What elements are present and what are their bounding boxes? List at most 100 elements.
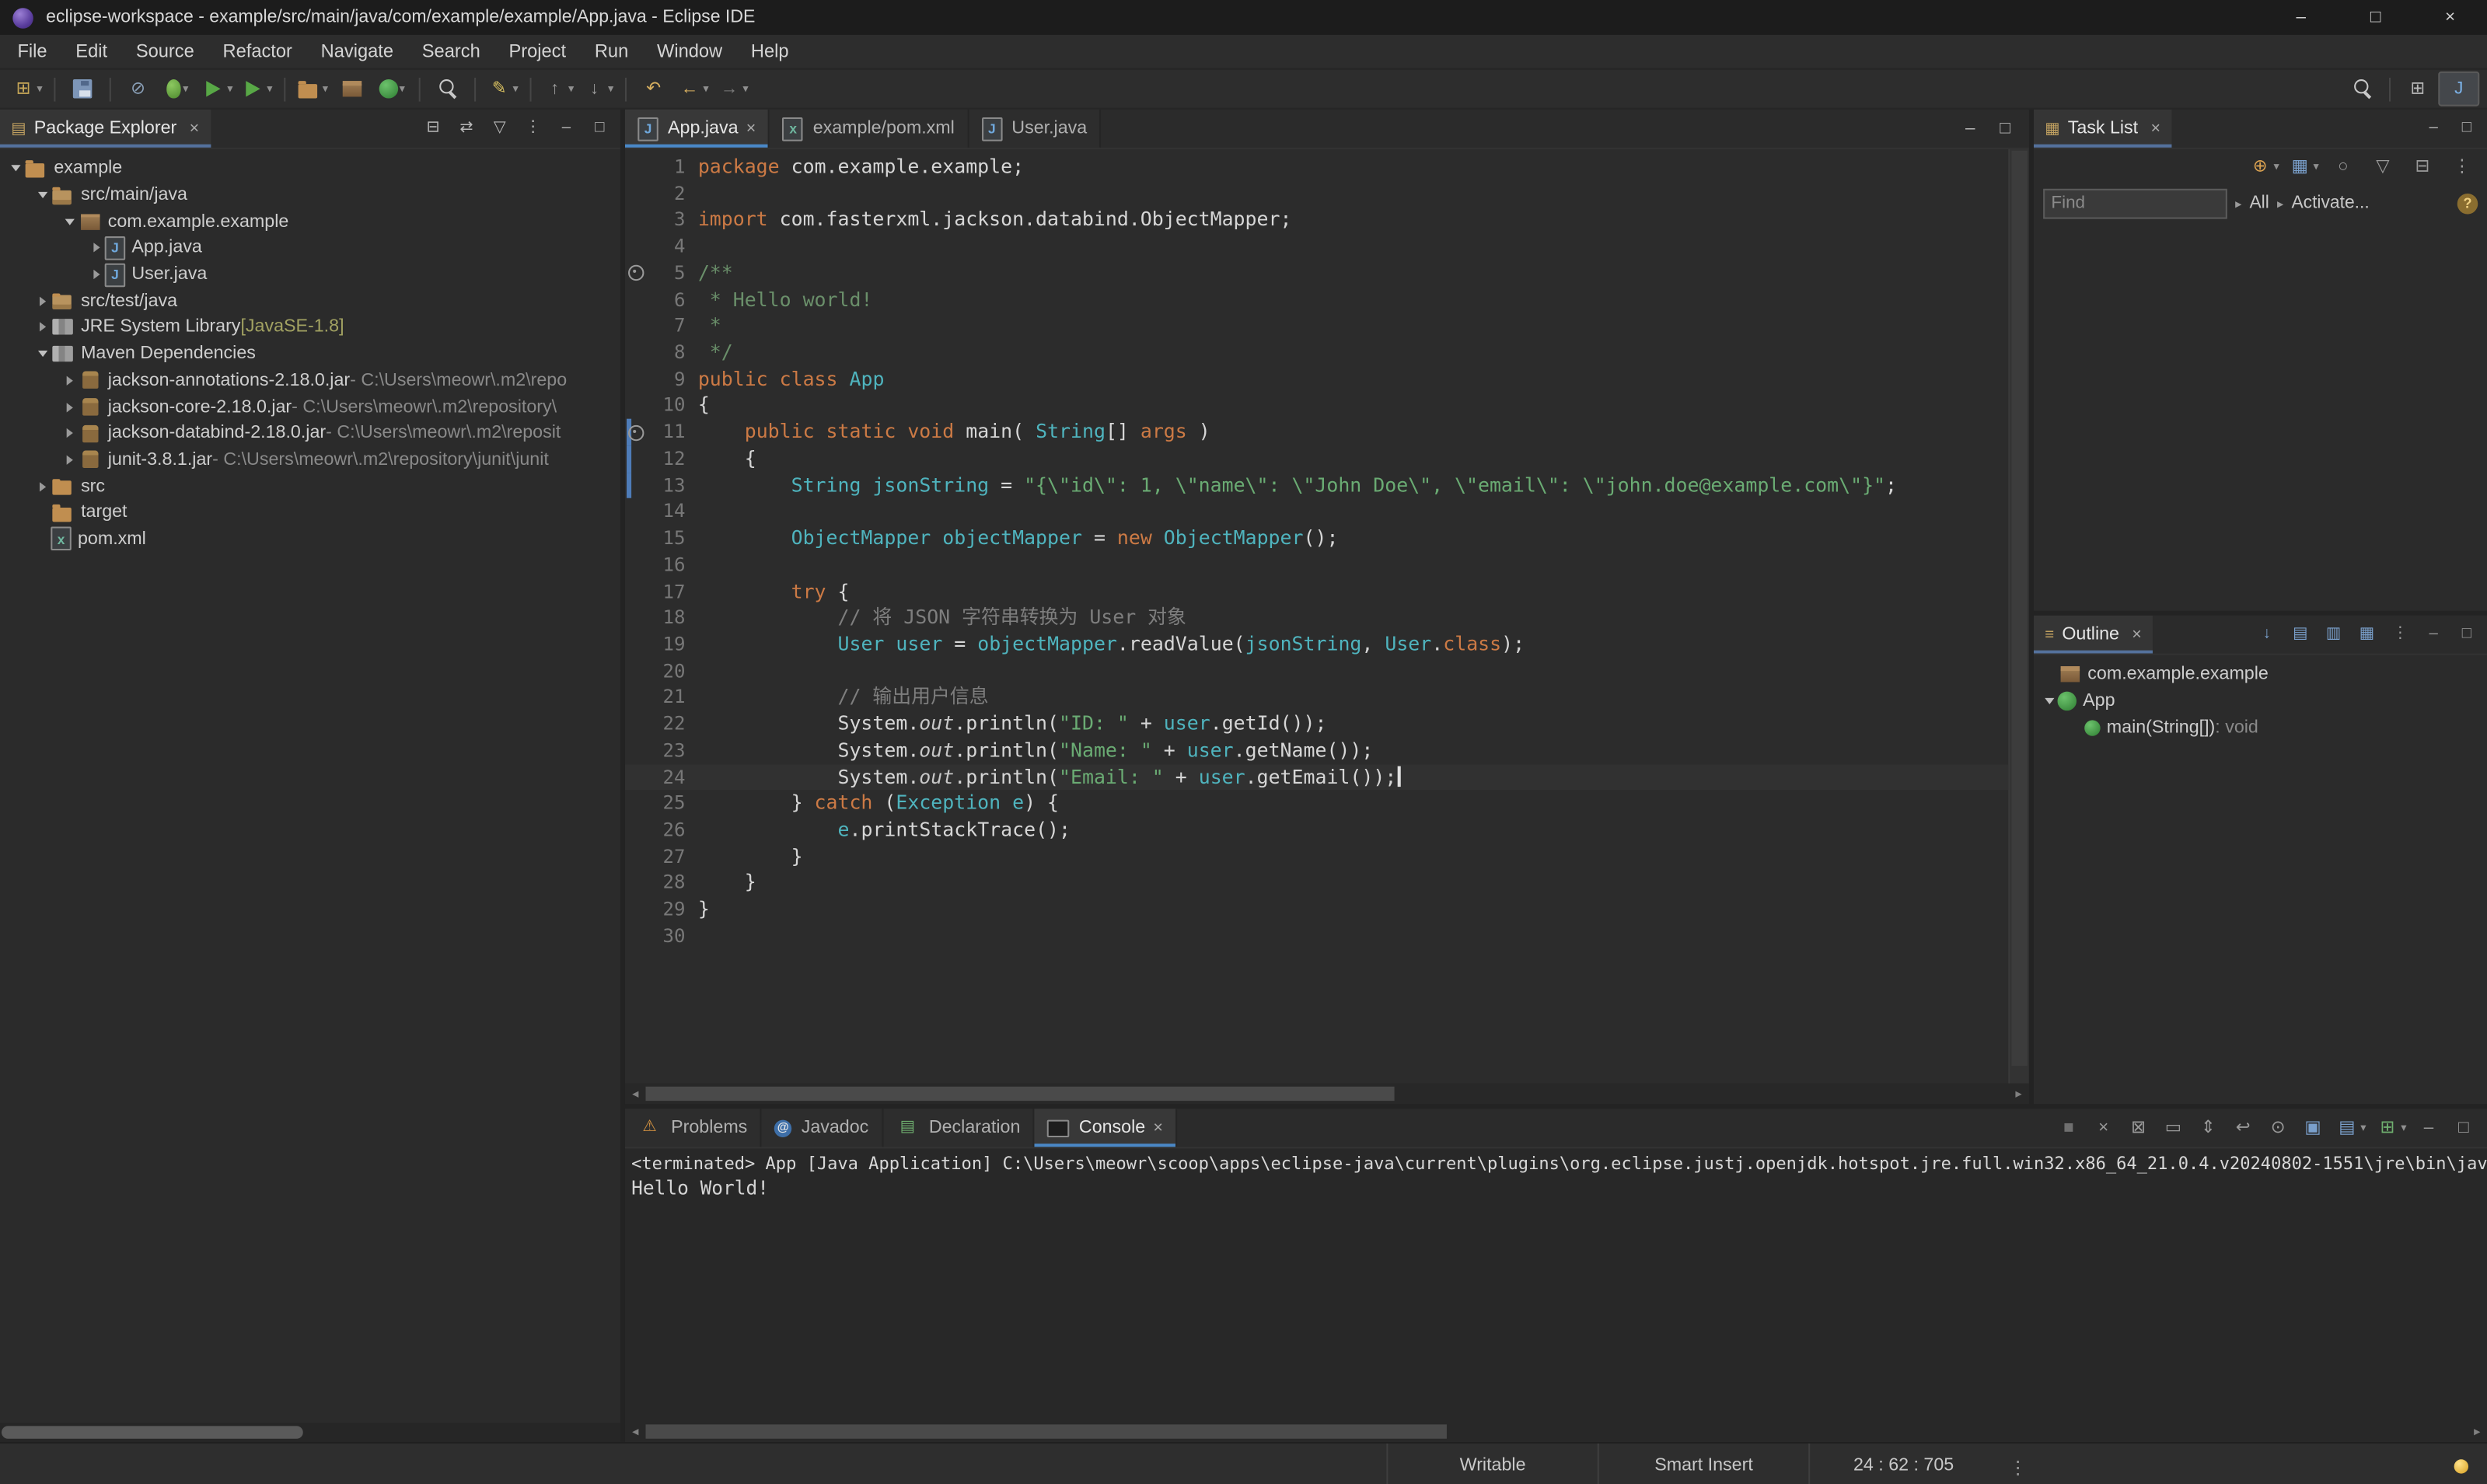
console-tab[interactable]: Console × [1034,1109,1178,1147]
menu-help[interactable]: Help [737,41,803,62]
maximize-button[interactable]: □ [1989,114,2021,143]
collapse-arrow-icon[interactable] [33,341,51,367]
minimize-window-button[interactable]: – [2264,0,2339,35]
maximize-button[interactable]: □ [2451,114,2483,143]
dropdown-arrow-icon[interactable]: ▾ [608,82,613,95]
dropdown-arrow-icon[interactable]: ▾ [400,82,405,95]
scrollbar-thumb[interactable] [2,1426,303,1439]
code-line[interactable]: 21 // 输出用户信息 [625,684,2008,711]
code-line[interactable]: 8 */ [625,340,2008,366]
code-line[interactable]: 25 } catch (Exception e) { [625,791,2008,817]
menu-file[interactable]: File [3,41,61,62]
open-perspective-button[interactable]: ⊞ [2398,73,2436,105]
dropdown-arrow-icon[interactable]: ▾ [742,82,748,95]
code-line[interactable]: 1 package com.example.example; [625,154,2008,180]
minimize-button[interactable]: – [1954,114,1986,143]
dropdown-arrow-icon[interactable]: ▾ [2274,160,2279,173]
console-output[interactable]: Hello World! [625,1174,2487,1421]
close-icon[interactable]: × [746,119,756,138]
java-perspective-button[interactable]: J [2438,71,2480,106]
scroll-lock-button[interactable]: ⇕ [2192,1113,2224,1142]
view-menu-button[interactable]: ⋮ [517,114,549,143]
code-line[interactable]: 13 String jsonString = "{\"id\": 1, \"na… [625,472,2008,498]
minimize-button[interactable]: – [2418,114,2450,143]
previous-annotation-button[interactable]: ↑ ▾ [540,73,578,105]
remove-all-launches-button[interactable]: ⊠ [2122,1113,2154,1142]
terminate-button[interactable]: ■ [2052,1113,2084,1142]
new-task-button[interactable]: ⊕ ▾ [2244,151,2283,183]
console-tab[interactable]: @ Javadoc [761,1109,883,1147]
code-line[interactable]: 17 try { [625,578,2008,605]
console-h-scrollbar[interactable]: ◂ ▸ [624,1421,2487,1442]
status-overflow-icon[interactable]: ⋮ [1997,1455,2038,1477]
outline-item[interactable]: App [2034,688,2487,714]
menu-window[interactable]: Window [643,41,737,62]
open-search-dialog-button[interactable] [428,73,466,105]
overview-ruler[interactable] [2008,148,2029,1084]
collapse-all-button[interactable]: ⊟ [417,114,449,143]
tree-item[interactable]: com.example.example [0,208,620,235]
new-package-button[interactable] [334,73,372,105]
editor-h-scrollbar[interactable]: ◂ ▸ [624,1083,2029,1105]
outline-item[interactable]: com.example.example [2034,662,2487,688]
skip-all-breakpoints-button[interactable]: ⊘ [119,73,157,105]
code-line[interactable]: 28 } [625,870,2008,896]
minimize-button[interactable]: – [2413,1113,2445,1142]
code-line[interactable]: 12 { [625,445,2008,472]
menu-edit[interactable]: Edit [61,41,122,62]
close-icon[interactable]: × [2150,119,2160,138]
code-line[interactable]: 22 System.out.println("ID: " + user.getI… [625,711,2008,737]
dropdown-arrow-icon[interactable]: ▾ [37,82,42,95]
code-line[interactable]: 26 e.printStackTrace(); [625,817,2008,843]
code-line[interactable]: 15 ObjectMapper objectMapper = new Objec… [625,526,2008,552]
back-button[interactable]: ← ▾ [674,73,712,105]
code-line[interactable]: 3 import com.fasterxml.jackson.databind.O… [625,207,2008,233]
help-icon[interactable]: ? [2457,192,2478,214]
dropdown-arrow-icon[interactable]: ▾ [2360,1122,2366,1134]
code-line[interactable]: 30 [625,923,2008,949]
expand-arrow-icon[interactable] [87,262,104,288]
dropdown-arrow-icon[interactable]: ▾ [323,82,328,95]
tree-item[interactable]: target [0,500,620,526]
tree-item[interactable]: Maven Dependencies [0,340,620,367]
find-input[interactable] [2043,187,2227,218]
scrollbar-thumb[interactable] [645,1424,1448,1439]
collapse-arrow-icon[interactable] [2040,689,2057,714]
tree-item[interactable]: JRE System Library [JavaSE-1.8] [0,314,620,340]
scope-activate-link[interactable]: Activate... [2291,194,2369,212]
code-line[interactable]: 11 public static void main( String[] arg… [625,419,2008,445]
hide-static-members-button[interactable]: ▥ [2318,620,2349,649]
schedule-button[interactable]: ○ [2324,151,2362,183]
collapse-all-button[interactable]: ⊟ [2403,151,2441,183]
code-line[interactable]: 16 [625,552,2008,578]
close-icon[interactable]: × [1153,1119,1163,1137]
scroll-left-icon[interactable]: ◂ [625,1421,646,1442]
remove-launch-button[interactable]: × [2087,1113,2119,1142]
notification-bulb-icon[interactable] [2454,1459,2469,1474]
debug-button[interactable]: ▾ [159,73,197,105]
menu-refactor[interactable]: Refactor [208,41,306,62]
task-list-tab[interactable]: ▦ Task List × [2033,109,2172,148]
dropdown-arrow-icon[interactable]: ▾ [183,82,188,95]
sort-button[interactable]: ↓ [2251,620,2283,649]
run-external-tools-button[interactable]: ▾ [238,73,276,105]
close-icon[interactable]: × [190,119,200,138]
minimize-button[interactable]: – [550,114,582,143]
tree-item[interactable]: jackson-databind-2.18.0.jar - C:\Users\m… [0,420,620,446]
code-line[interactable]: 7 * [625,313,2008,340]
new-java-project-button[interactable]: ▾ [293,73,331,105]
tree-item[interactable]: x pom.xml [0,526,620,553]
expand-arrow-icon[interactable] [33,315,51,340]
collapse-arrow-icon[interactable] [61,209,78,235]
expand-arrow-icon[interactable] [33,288,51,314]
menu-navigate[interactable]: Navigate [306,41,407,62]
code-line[interactable]: 5 /** [625,260,2008,286]
editor-tab[interactable]: J App.java × [624,109,770,148]
scroll-left-icon[interactable]: ◂ [625,1084,646,1105]
hide-non-public-button[interactable]: ▦ [2351,620,2383,649]
tree-item[interactable]: J App.java [0,235,620,261]
expand-arrow-icon[interactable] [33,473,51,499]
tree-item[interactable]: junit-3.8.1.jar - C:\Users\meowr\.m2\rep… [0,447,620,473]
scroll-right-icon[interactable]: ▸ [2467,1421,2487,1442]
minimize-button[interactable]: – [2418,620,2450,649]
